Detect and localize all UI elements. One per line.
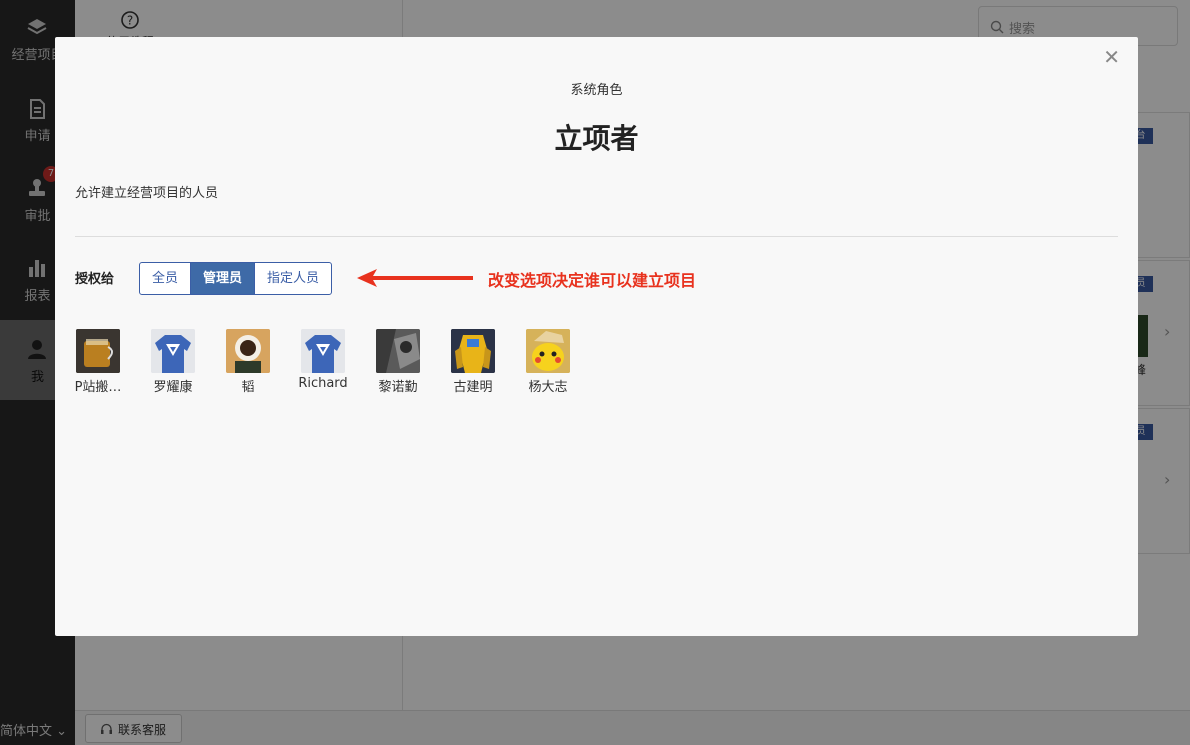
divider <box>75 236 1118 237</box>
member-item[interactable]: 黎诺勤 <box>368 329 428 395</box>
modal-title: 立项者 <box>554 122 639 155</box>
member-item[interactable]: 古建明 <box>443 329 503 395</box>
modal-subtitle: 系统角色 <box>570 83 623 98</box>
option-specified[interactable]: 指定人员 <box>255 263 331 294</box>
member-name: 韬 <box>241 380 255 395</box>
avatar <box>301 329 345 373</box>
member-item[interactable]: Richard <box>293 329 353 391</box>
member-name: Richard <box>298 376 348 391</box>
member-name: 杨大志 <box>528 380 568 395</box>
avatar <box>451 329 495 373</box>
annotation-text: 改变选项决定谁可以建立项目 <box>488 271 697 290</box>
member-name: P站搬… <box>74 380 122 395</box>
grant-to-label: 授权给 <box>75 272 115 287</box>
member-name: 古建明 <box>453 380 493 395</box>
annotation-arrow-icon <box>357 269 473 287</box>
member-item[interactable]: 杨大志 <box>518 329 578 395</box>
option-everyone[interactable]: 全员 <box>140 263 192 294</box>
close-icon[interactable]: ✕ <box>1103 45 1120 69</box>
grant-option-selector: 全员 管理员 指定人员 <box>139 262 333 295</box>
role-modal: ✕ 系统角色 立项者 允许建立经营项目的人员 授权给 全员 管理员 指定人员 改… <box>55 37 1138 636</box>
option-admins[interactable]: 管理员 <box>191 263 256 294</box>
avatar <box>526 329 570 373</box>
member-name: 黎诺勤 <box>378 380 418 395</box>
member-item[interactable]: 韬 <box>218 329 278 395</box>
member-item[interactable]: 罗耀康 <box>143 329 203 395</box>
member-name: 罗耀康 <box>153 380 193 395</box>
avatar <box>226 329 270 373</box>
avatar <box>151 329 195 373</box>
avatar <box>76 329 120 373</box>
role-description: 允许建立经营项目的人员 <box>75 186 219 201</box>
member-item[interactable]: P站搬… <box>68 329 128 395</box>
avatar <box>376 329 420 373</box>
